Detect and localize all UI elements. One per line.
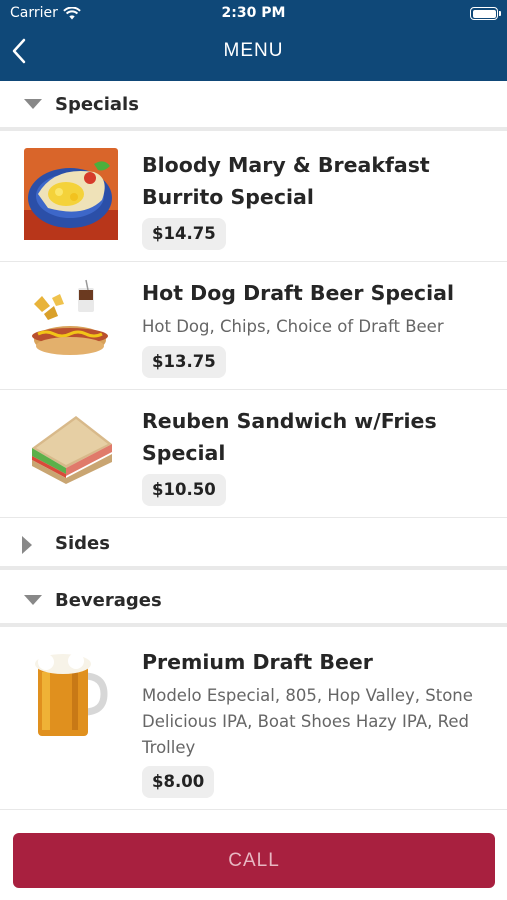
price-badge: $10.50 [142,474,226,506]
item-name-line: Special [142,441,226,465]
item-name: Bloody Mary & Breakfast Burrito Special [142,149,492,213]
section-header-sides[interactable]: Sides [0,520,507,570]
item-description: Hot Dog, Chips, Choice of Draft Beer [142,317,444,336]
triangle-down-icon [24,99,42,109]
menu-item-hot-dog[interactable]: Hot Dog Draft Beer Special Hot Dog, Chip… [0,263,507,390]
triangle-right-icon [22,536,32,554]
section-label: Beverages [55,590,162,611]
item-description: Modelo Especial, 805, Hop Valley, Stone … [142,683,492,761]
app-header: Carrier 2:30 PM MENU [0,0,507,81]
hot-dog-image [32,279,108,355]
price-badge: $8.00 [142,766,215,798]
section-label: Sides [55,533,110,554]
item-description-line: Modelo Especial, 805, Hop Valley, Stone [142,686,473,705]
price-badge: $13.75 [142,346,226,378]
item-name: Reuben Sandwich w/Fries Special [142,405,492,469]
item-name: Hot Dog Draft Beer Special [142,281,454,305]
menu-item-burrito[interactable]: Bloody Mary & Breakfast Burrito Special … [0,135,507,262]
item-name-line: Bloody Mary & Breakfast [142,153,430,177]
item-description-line: Trolley [142,738,196,757]
navigation-bar: MENU [0,30,507,74]
item-name-line: Burrito Special [142,185,314,209]
beer-mug-image [35,653,108,736]
section-header-beverages[interactable]: Beverages [0,577,507,627]
section-header-specials[interactable]: Specials [0,81,507,131]
page-title: MENU [223,40,284,61]
section-label: Specials [55,94,139,115]
status-time: 2:30 PM [221,5,286,21]
burrito-image [24,148,118,240]
call-button[interactable]: CALL [13,833,495,888]
status-bar: Carrier 2:30 PM [0,0,507,28]
price-badge: $14.75 [142,218,226,250]
item-description-line: Delicious IPA, Boat Shoes Hazy IPA, Red [142,712,469,731]
item-name-line: Reuben Sandwich w/Fries [142,409,437,433]
battery-icon [470,7,501,20]
menu-item-draft-beer[interactable]: Premium Draft Beer Modelo Especial, 805,… [0,632,507,810]
menu-item-reuben[interactable]: Reuben Sandwich w/Fries Special $10.50 [0,391,507,518]
triangle-down-icon [24,595,42,605]
sandwich-image [32,416,112,484]
item-name: Premium Draft Beer [142,650,373,674]
